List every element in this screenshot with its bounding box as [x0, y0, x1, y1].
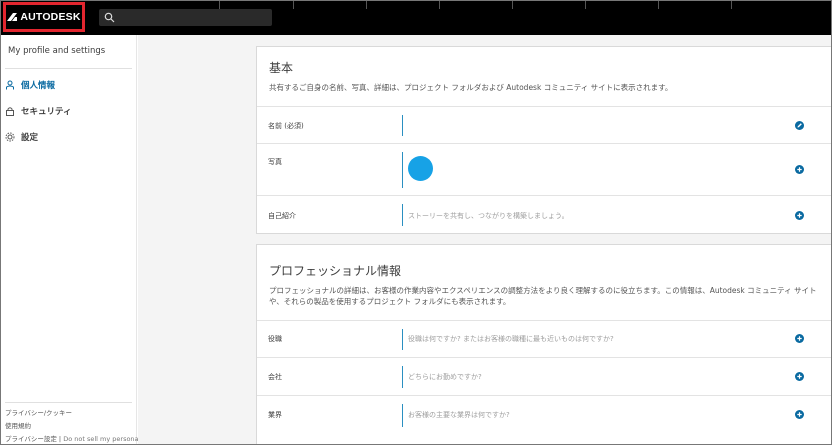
top-bar-divider — [731, 1, 732, 9]
lock-icon — [6, 107, 14, 116]
company-value[interactable]: どちらにお勤めですか? — [408, 372, 482, 382]
autodesk-logo-mark-icon — [7, 13, 18, 21]
photo-row[interactable]: 写真 — [257, 143, 831, 195]
field-accent-bar — [402, 204, 403, 226]
field-accent-bar — [402, 404, 403, 427]
sidebar-footer-divider — [5, 402, 132, 403]
field-accent-bar — [402, 329, 403, 350]
bio-row[interactable]: 自己紹介 ストーリーを共有し、つながりを構築しましょう。 — [257, 195, 831, 233]
add-company-button[interactable] — [795, 372, 804, 381]
person-icon — [6, 80, 14, 90]
top-bar: AUTODESK — [1, 1, 831, 35]
top-bar-divider — [219, 1, 220, 9]
add-icon — [797, 336, 802, 341]
privacy-cookies-link[interactable]: プライバシー/クッキー — [5, 407, 72, 417]
add-bio-button[interactable] — [795, 211, 804, 220]
industry-label: 業界 — [268, 411, 282, 419]
add-industry-button[interactable] — [795, 410, 804, 419]
top-bar-divider — [585, 1, 586, 9]
sidebar-item-personal-info[interactable]: 個人情報 — [5, 79, 55, 91]
job-title-row[interactable]: 役職 役職は何ですか? またはお客様の職種に最も近いものは何ですか? — [257, 320, 831, 357]
sidebar-item-label: 個人情報 — [21, 81, 56, 91]
field-accent-bar — [402, 115, 403, 136]
industry-value[interactable]: お客様の主要な業界は何ですか? — [408, 410, 510, 420]
top-bar-divider — [512, 1, 513, 9]
autodesk-wordmark: AUTODESK — [20, 11, 81, 23]
avatar[interactable] — [408, 156, 433, 181]
job-title-value[interactable]: 役職は何ですか? またはお客様の職種に最も近いものは何ですか? — [408, 334, 614, 344]
add-icon — [797, 167, 802, 172]
sidebar-item-label: 設定 — [21, 133, 39, 143]
name-label: 名前 (必須) — [268, 122, 304, 130]
sidebar-item-security[interactable]: セキュリティ — [5, 105, 72, 117]
autodesk-logo[interactable]: AUTODESK — [3, 2, 85, 32]
add-job-title-button[interactable] — [795, 334, 804, 343]
photo-label: 写真 — [268, 158, 282, 166]
company-label: 会社 — [268, 373, 282, 381]
privacy-settings-label: プライバシー設定 | — [5, 435, 64, 443]
edit-icon — [797, 123, 802, 128]
name-row[interactable]: 名前 (必須) — [257, 106, 831, 143]
company-row[interactable]: 会社 どちらにお勤めですか? — [257, 357, 831, 395]
sidebar: My profile and settings 個人情報 セキュリティ 設定 プ — [1, 35, 140, 444]
terms-link[interactable]: 使用規約 — [5, 420, 31, 430]
top-bar-divider — [293, 1, 294, 9]
basic-info-title: 基本 — [269, 61, 294, 75]
privacy-settings-link[interactable]: プライバシー設定 | Do not sell my personal — [5, 433, 140, 443]
add-photo-button[interactable] — [795, 165, 804, 174]
professional-info-description: プロフェッショナルの詳細は、お客様の作業内容やエクスペリエンスの調整方法をより良… — [269, 286, 817, 306]
do-not-sell-link[interactable]: Do not sell my personal — [63, 435, 140, 443]
top-bar-divider — [366, 1, 367, 9]
bio-label: 自己紹介 — [268, 212, 296, 220]
search-icon — [104, 12, 115, 23]
add-icon — [797, 213, 802, 218]
professional-info-card: プロフェッショナル情報 プロフェッショナルの詳細は、お客様の作業内容やエクスペリ… — [256, 244, 831, 444]
main-content: 基本 共有するご自身の名前、写真、詳細は、プロジェクト フォルダおよび Auto… — [138, 35, 831, 444]
field-accent-bar — [402, 152, 403, 188]
field-accent-bar — [402, 366, 403, 388]
basic-info-card: 基本 共有するご自身の名前、写真、詳細は、プロジェクト フォルダおよび Auto… — [256, 46, 831, 234]
add-icon — [797, 374, 802, 379]
top-bar-divider — [439, 1, 440, 9]
search-input[interactable] — [119, 9, 269, 26]
job-title-label: 役職 — [268, 335, 282, 343]
bio-value[interactable]: ストーリーを共有し、つながりを構築しましょう。 — [408, 211, 569, 221]
sidebar-item-settings[interactable]: 設定 — [5, 131, 38, 143]
sidebar-heading: My profile and settings — [8, 46, 106, 56]
industry-row[interactable]: 業界 お客様の主要な業界は何ですか? — [257, 395, 831, 435]
edit-name-button[interactable] — [795, 121, 804, 130]
basic-info-description: 共有するご自身の名前、写真、詳細は、プロジェクト フォルダおよび Autodes… — [269, 83, 673, 92]
sidebar-divider — [5, 68, 132, 69]
gear-icon — [5, 132, 15, 142]
top-bar-divider — [658, 1, 659, 9]
professional-info-title: プロフェッショナル情報 — [269, 264, 402, 278]
search-box[interactable] — [99, 9, 272, 26]
app-frame: AUTODESK My profile and settings 個人情報 セキ… — [0, 0, 832, 445]
sidebar-item-label: セキュリティ — [21, 107, 72, 117]
add-icon — [797, 412, 802, 417]
